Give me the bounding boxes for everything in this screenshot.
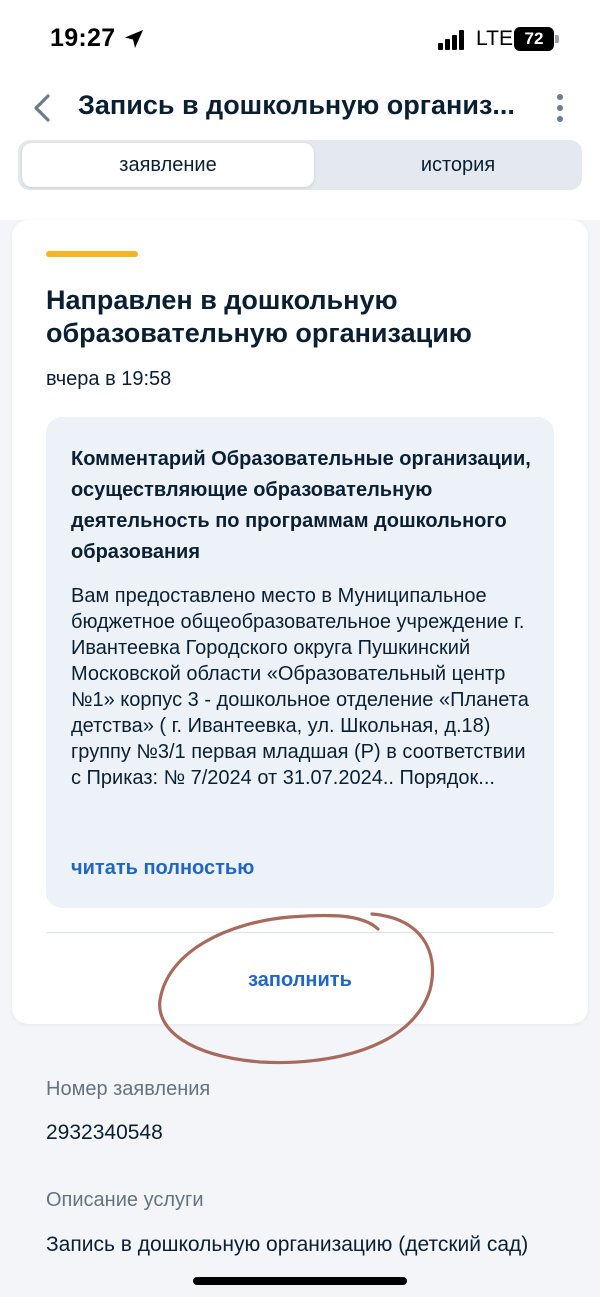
page-title: Запись в дошкольную организ... <box>78 90 515 120</box>
location-arrow-icon <box>125 30 143 48</box>
tab-history[interactable]: история <box>318 143 598 187</box>
comment-title: Комментарий Образовательные организации,… <box>71 448 531 563</box>
back-arrow-icon[interactable] <box>24 88 64 128</box>
home-indicator <box>193 1277 407 1285</box>
status-bar: 19:27 LTE 72 <box>0 0 600 80</box>
read-more-link[interactable]: читать полностью <box>71 857 254 880</box>
divider <box>46 932 554 933</box>
more-options-icon[interactable] <box>546 88 574 128</box>
tab-application[interactable]: заявление <box>22 143 314 187</box>
tab-switcher: заявление история <box>18 140 582 190</box>
status-accent-bar <box>46 251 138 257</box>
application-number-value: 2932340548 <box>46 1121 163 1144</box>
service-description-label: Описание услуги <box>46 1189 204 1211</box>
app-screen: 19:27 LTE 72 Запись в дошкольную организ… <box>0 0 600 1297</box>
service-description-value: Запись в дошкольную организацию (детский… <box>46 1233 529 1256</box>
header: Запись в дошкольную организ... заявление… <box>0 80 600 220</box>
status-title: Направлен в дошкольную образовательную о… <box>46 285 472 348</box>
fill-button[interactable]: заполнить <box>200 960 400 1000</box>
battery-level: 72 <box>524 29 544 48</box>
comment-text: Вам предоставлено место в Муниципальное … <box>71 585 529 789</box>
network-type: LTE <box>476 27 513 50</box>
status-card: Направлен в дошкольную образовательную о… <box>12 220 588 1024</box>
status-timestamp: вчера в 19:58 <box>46 368 172 390</box>
application-number-label: Номер заявления <box>46 1078 211 1100</box>
status-time: 19:27 <box>50 24 116 52</box>
battery-icon: 72 <box>514 27 560 51</box>
comment-box: Комментарий Образовательные организации,… <box>46 417 554 908</box>
signal-icon <box>438 30 464 50</box>
